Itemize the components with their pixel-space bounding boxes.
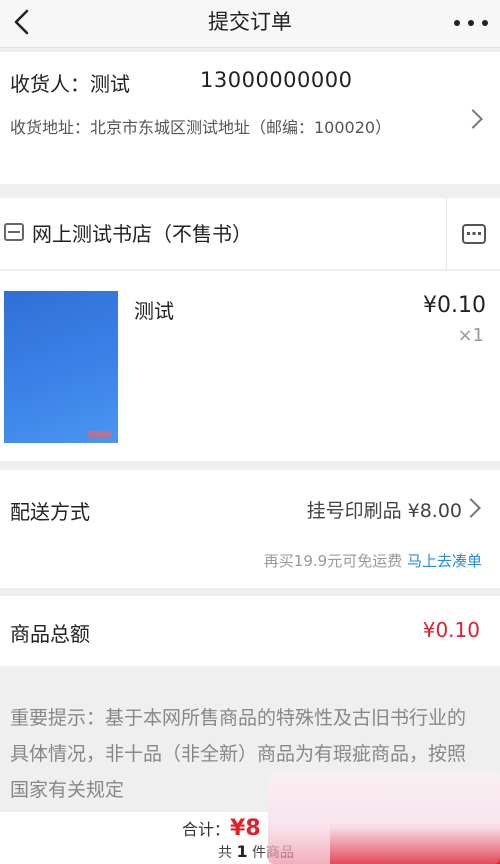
shipping-address-card[interactable]: 收货人：测试 13000000000 收货地址：北京市东城区测试地址（邮编：10…	[0, 52, 500, 184]
chat-icon[interactable]	[462, 224, 486, 244]
header-bar: 提交订单	[0, 0, 500, 48]
page-title: 提交订单	[208, 10, 292, 34]
order-sum: 合计：¥8	[182, 816, 261, 841]
goods-total-label: 商品总额	[10, 622, 90, 646]
free-shipping-note: 再买19.9元可免运费 马上去凑单	[264, 550, 482, 571]
product-price: ¥0.10	[423, 293, 486, 318]
item-count-prefix: 共	[218, 845, 232, 861]
product-name: 测试	[134, 299, 174, 323]
goods-total-value: ¥0.10	[422, 618, 480, 642]
item-count-number: 1	[236, 842, 248, 861]
recipient-row: 收货人：测试	[10, 68, 130, 97]
recipient-phone: 13000000000	[200, 68, 353, 92]
chevron-right-icon	[463, 109, 483, 129]
delivery-label: 配送方式	[10, 500, 90, 524]
product-thumbnail[interactable]	[4, 291, 118, 443]
order-sum-label: 合计：	[182, 820, 231, 839]
address-detail: 收货地址：北京市东城区测试地址（邮编：100020）	[10, 118, 392, 137]
goods-total-row: 商品总额 ¥0.10	[0, 596, 500, 666]
delivery-method-section: 配送方式 挂号印刷品 ¥8.00 再买19.9元可免运费 马上去凑单	[0, 470, 500, 588]
product-item[interactable]: 测试 ¥0.10 ×1	[0, 271, 500, 461]
product-quantity: ×1	[457, 325, 484, 346]
free-shipping-text: 再买19.9元可免运费	[263, 552, 403, 570]
more-menu-icon[interactable]	[454, 8, 488, 38]
recipient-label: 收货人：	[10, 72, 90, 96]
delivery-option[interactable]: 挂号印刷品 ¥8.00	[307, 496, 462, 523]
store-row: 网上测试书店（不售书）	[0, 198, 500, 270]
blurred-watermark	[268, 772, 500, 864]
add-more-items-link[interactable]: 马上去凑单	[407, 552, 482, 570]
order-sum-value: ¥8	[230, 816, 261, 841]
store-divider	[446, 198, 447, 270]
store-icon	[4, 223, 24, 241]
store-name[interactable]: 网上测试书店（不售书）	[32, 218, 252, 247]
chevron-right-icon[interactable]	[461, 498, 481, 518]
recipient-name: 测试	[90, 72, 130, 96]
